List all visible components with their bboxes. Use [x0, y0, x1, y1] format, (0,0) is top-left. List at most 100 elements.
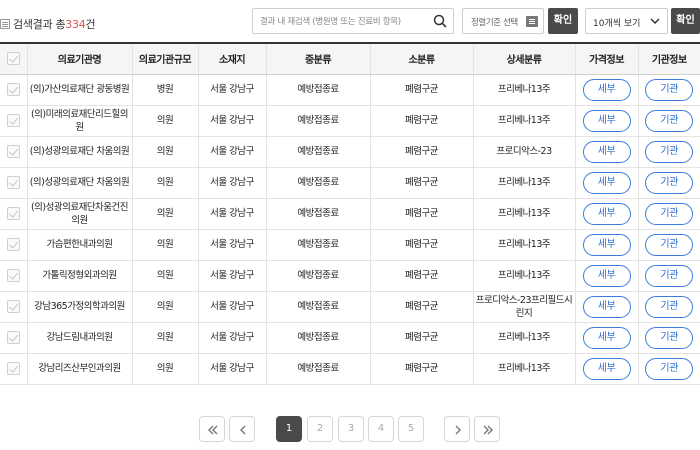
cell-scale: 의원	[132, 260, 199, 292]
price-detail-button[interactable]: 세부	[582, 140, 631, 163]
header-name: 의료기관명	[27, 42, 133, 75]
cell-detail: 프로디악스-23	[473, 136, 576, 168]
row-checkbox[interactable]	[6, 83, 20, 96]
header-mid-category: 중분류	[266, 42, 371, 75]
per-page-confirm-button[interactable]: 확인	[671, 8, 700, 34]
institution-button[interactable]: 기관	[645, 78, 694, 101]
table-row: 가슴편한내과의원 의원 서울 강남구 예방접종료 폐렴구균 프리베나13주 세부 기관	[0, 229, 700, 261]
cell-sub: 폐렴구균	[370, 353, 474, 385]
last-page-button[interactable]	[474, 416, 500, 442]
cell-mid: 예방접종료	[266, 260, 371, 292]
sort-confirm-button[interactable]: 확인	[548, 8, 578, 34]
cell-sub: 폐렴구균	[370, 260, 474, 292]
price-detail-button[interactable]: 세부	[582, 295, 631, 318]
cell-location: 서울 강남구	[198, 229, 267, 261]
next-page-button[interactable]	[444, 416, 470, 442]
cell-scale: 의원	[132, 198, 199, 230]
cell-detail: 프리베나13주	[473, 229, 576, 261]
row-checkbox[interactable]	[6, 176, 20, 189]
table-row: (의)미래의료재단리드힐의원 의원 서울 강남구 예방접종료 폐렴구균 프리베나13주 세부…	[0, 105, 700, 137]
price-detail-button[interactable]: 세부	[582, 264, 631, 287]
page-button-1[interactable]: 1	[276, 416, 302, 442]
result-prefix: 검색결과 총	[13, 18, 66, 31]
price-detail-button[interactable]: 세부	[582, 171, 631, 194]
cell-location: 서울 강남구	[198, 353, 267, 385]
cell-detail: 프리베나13주	[473, 353, 576, 385]
cell-scale: 의원	[132, 167, 199, 199]
price-detail-button[interactable]: 세부	[582, 357, 631, 380]
search-box	[252, 8, 454, 34]
row-checkbox[interactable]	[6, 331, 20, 344]
sort-label: 정렬기준 선택	[471, 18, 518, 28]
price-detail-button[interactable]: 세부	[582, 233, 631, 256]
cell-sub: 폐렴구균	[370, 198, 474, 230]
price-detail-button[interactable]: 세부	[582, 109, 631, 132]
result-suffix: 건	[85, 18, 96, 31]
chevron-right-icon	[455, 425, 461, 435]
institution-button[interactable]: 기관	[645, 202, 694, 225]
per-page-value: 10개씩 보기	[593, 19, 641, 29]
cell-mid: 예방접종료	[266, 74, 371, 106]
price-detail-button[interactable]: 세부	[582, 78, 631, 101]
cell-mid: 예방접종료	[266, 229, 371, 261]
page-button-2[interactable]: 2	[307, 416, 333, 442]
row-checkbox[interactable]	[6, 238, 20, 251]
cell-name: (의)성광의료재단차움건진의원	[27, 198, 133, 230]
cell-name: (의)성광의료재단 차움의원	[27, 136, 133, 168]
sort-list-icon	[526, 16, 538, 27]
page-button-4[interactable]: 4	[368, 416, 394, 442]
select-all-checkbox[interactable]	[6, 52, 20, 66]
table-row: 강남리즈산부인과의원 의원 서울 강남구 예방접종료 폐렴구균 프리베나13주 세부 기관	[0, 353, 700, 385]
cell-mid: 예방접종료	[266, 353, 371, 385]
header-scale: 의료기관규모	[132, 42, 199, 75]
row-checkbox[interactable]	[6, 362, 20, 375]
institution-button[interactable]: 기관	[645, 357, 694, 380]
cell-detail: 프리베나13주	[473, 105, 576, 137]
row-checkbox[interactable]	[6, 114, 20, 127]
cell-detail: 프리베나13주	[473, 260, 576, 292]
cell-scale: 의원	[132, 291, 199, 323]
search-icon[interactable]	[433, 14, 447, 28]
institution-button[interactable]: 기관	[645, 171, 694, 194]
cell-sub: 폐렴구균	[370, 74, 474, 106]
row-checkbox[interactable]	[6, 300, 20, 313]
first-page-button[interactable]	[199, 416, 225, 442]
institution-button[interactable]: 기관	[645, 264, 694, 287]
institution-button[interactable]: 기관	[645, 233, 694, 256]
cell-scale: 의원	[132, 353, 199, 385]
institution-button[interactable]: 기관	[645, 140, 694, 163]
table-row: (의)성광의료재단차움건진의원 의원 서울 강남구 예방접종료 폐렴구균 프리베나13주 세…	[0, 198, 700, 230]
cell-sub: 폐렴구균	[370, 322, 474, 354]
row-checkbox[interactable]	[6, 207, 20, 220]
institution-button[interactable]: 기관	[645, 326, 694, 349]
row-checkbox[interactable]	[6, 145, 20, 158]
pagination: 1 2 3 4 5	[0, 416, 700, 442]
cell-sub: 폐렴구균	[370, 167, 474, 199]
cell-mid: 예방접종료	[266, 167, 371, 199]
chevron-down-icon	[650, 18, 660, 25]
cell-scale: 병원	[132, 74, 199, 106]
result-number: 334	[65, 17, 86, 31]
table-row: 가톨릭정형외과의원 의원 서울 강남구 예방접종료 폐렴구균 프리베나13주 세부 기관	[0, 260, 700, 292]
cell-location: 서울 강남구	[198, 167, 267, 199]
search-input[interactable]	[253, 10, 423, 34]
cell-mid: 예방접종료	[266, 322, 371, 354]
price-detail-button[interactable]: 세부	[582, 202, 631, 225]
cell-detail: 프로디악스-23프리필드시린지	[473, 291, 576, 323]
table-row: (의)성광의료재단 차움의원 의원 서울 강남구 예방접종료 폐렴구균 프로디악스-23 세…	[0, 136, 700, 168]
cell-detail: 프리베나13주	[473, 198, 576, 230]
cell-mid: 예방접종료	[266, 105, 371, 137]
per-page-select[interactable]: 10개씩 보기	[585, 8, 668, 34]
sort-select[interactable]: 정렬기준 선택	[462, 8, 544, 34]
cell-scale: 의원	[132, 105, 199, 137]
page-button-5[interactable]: 5	[398, 416, 424, 442]
prev-page-button[interactable]	[229, 416, 255, 442]
price-detail-button[interactable]: 세부	[582, 326, 631, 349]
cell-sub: 폐렴구균	[370, 229, 474, 261]
page-button-3[interactable]: 3	[338, 416, 364, 442]
institution-button[interactable]: 기관	[645, 109, 694, 132]
institution-button[interactable]: 기관	[645, 295, 694, 318]
row-checkbox[interactable]	[6, 269, 20, 282]
table-row: 강남드림내과의원 의원 서울 강남구 예방접종료 폐렴구균 프리베나13주 세부 기관	[0, 322, 700, 354]
header-detail-category: 상세분류	[473, 42, 576, 75]
